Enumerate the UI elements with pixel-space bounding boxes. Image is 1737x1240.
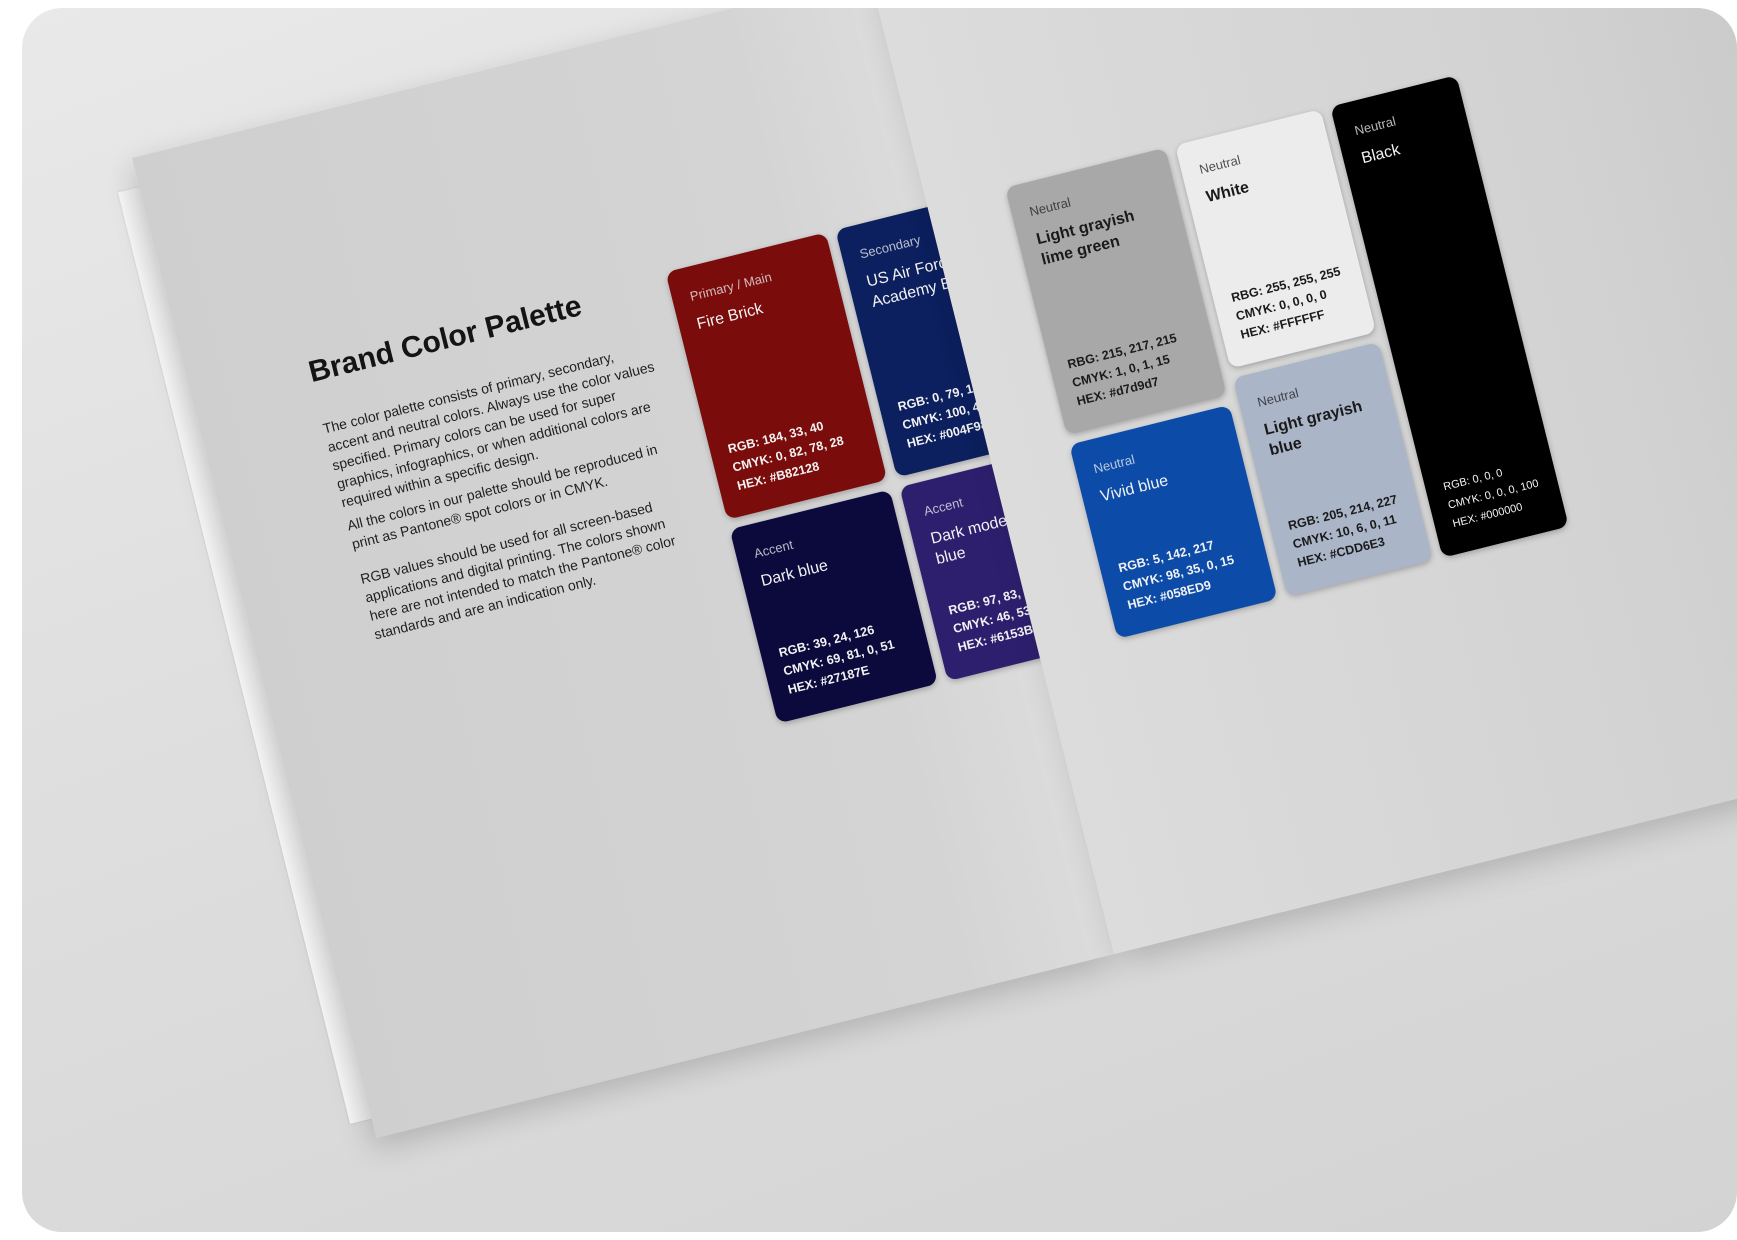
swatch-values: RBG: 215, 217, 215 CMYK: 1, 0, 1, 15 HEX… (1066, 329, 1188, 411)
swatch-values: RGB: 184, 33, 40 CMYK: 0, 82, 78, 28 HEX… (726, 413, 850, 496)
swatch-category: Accent (922, 494, 965, 519)
swatch-values: RGB: 0, 0, 0 CMYK: 0, 0, 0, 100 HEX: #00… (1441, 456, 1545, 534)
swatch-category: Secondary (858, 231, 923, 262)
swatch-dark-blue: Accent Dark blue RGB: 39, 24, 126 CMYK: … (729, 489, 939, 724)
swatch-category: Neutral (1027, 194, 1073, 220)
mockup-background: Brand Color Palette The color palette co… (22, 8, 1737, 1232)
swatch-category: Accent (752, 536, 795, 562)
swatch-category: Neutral (1352, 113, 1398, 139)
swatch-vivid-blue: Neutral Vivid blue RGB: 5, 142, 217 CMYK… (1069, 404, 1278, 639)
swatch-category: Neutral (1255, 385, 1301, 410)
brochure-spread: Brand Color Palette The color palette co… (117, 8, 1737, 1138)
swatch-category: Neutral (1092, 451, 1137, 477)
swatch-category: Neutral (1197, 152, 1243, 177)
swatch-values: RGB: 205, 214, 227 CMYK: 10, 6, 0, 11 HE… (1286, 490, 1408, 572)
swatch-values: RGB: 39, 24, 126 CMYK: 69, 81, 0, 51 HEX… (777, 617, 901, 700)
swatch-values: RGB: 5, 142, 217 CMYK: 98, 35, 0, 15 HEX… (1116, 532, 1240, 615)
brochure-mockup: Brand Color Palette The color palette co… (22, 8, 1737, 1232)
swatch-values: RBG: 255, 255, 255 CMYK: 0, 0, 0, 0 HEX:… (1229, 262, 1351, 344)
